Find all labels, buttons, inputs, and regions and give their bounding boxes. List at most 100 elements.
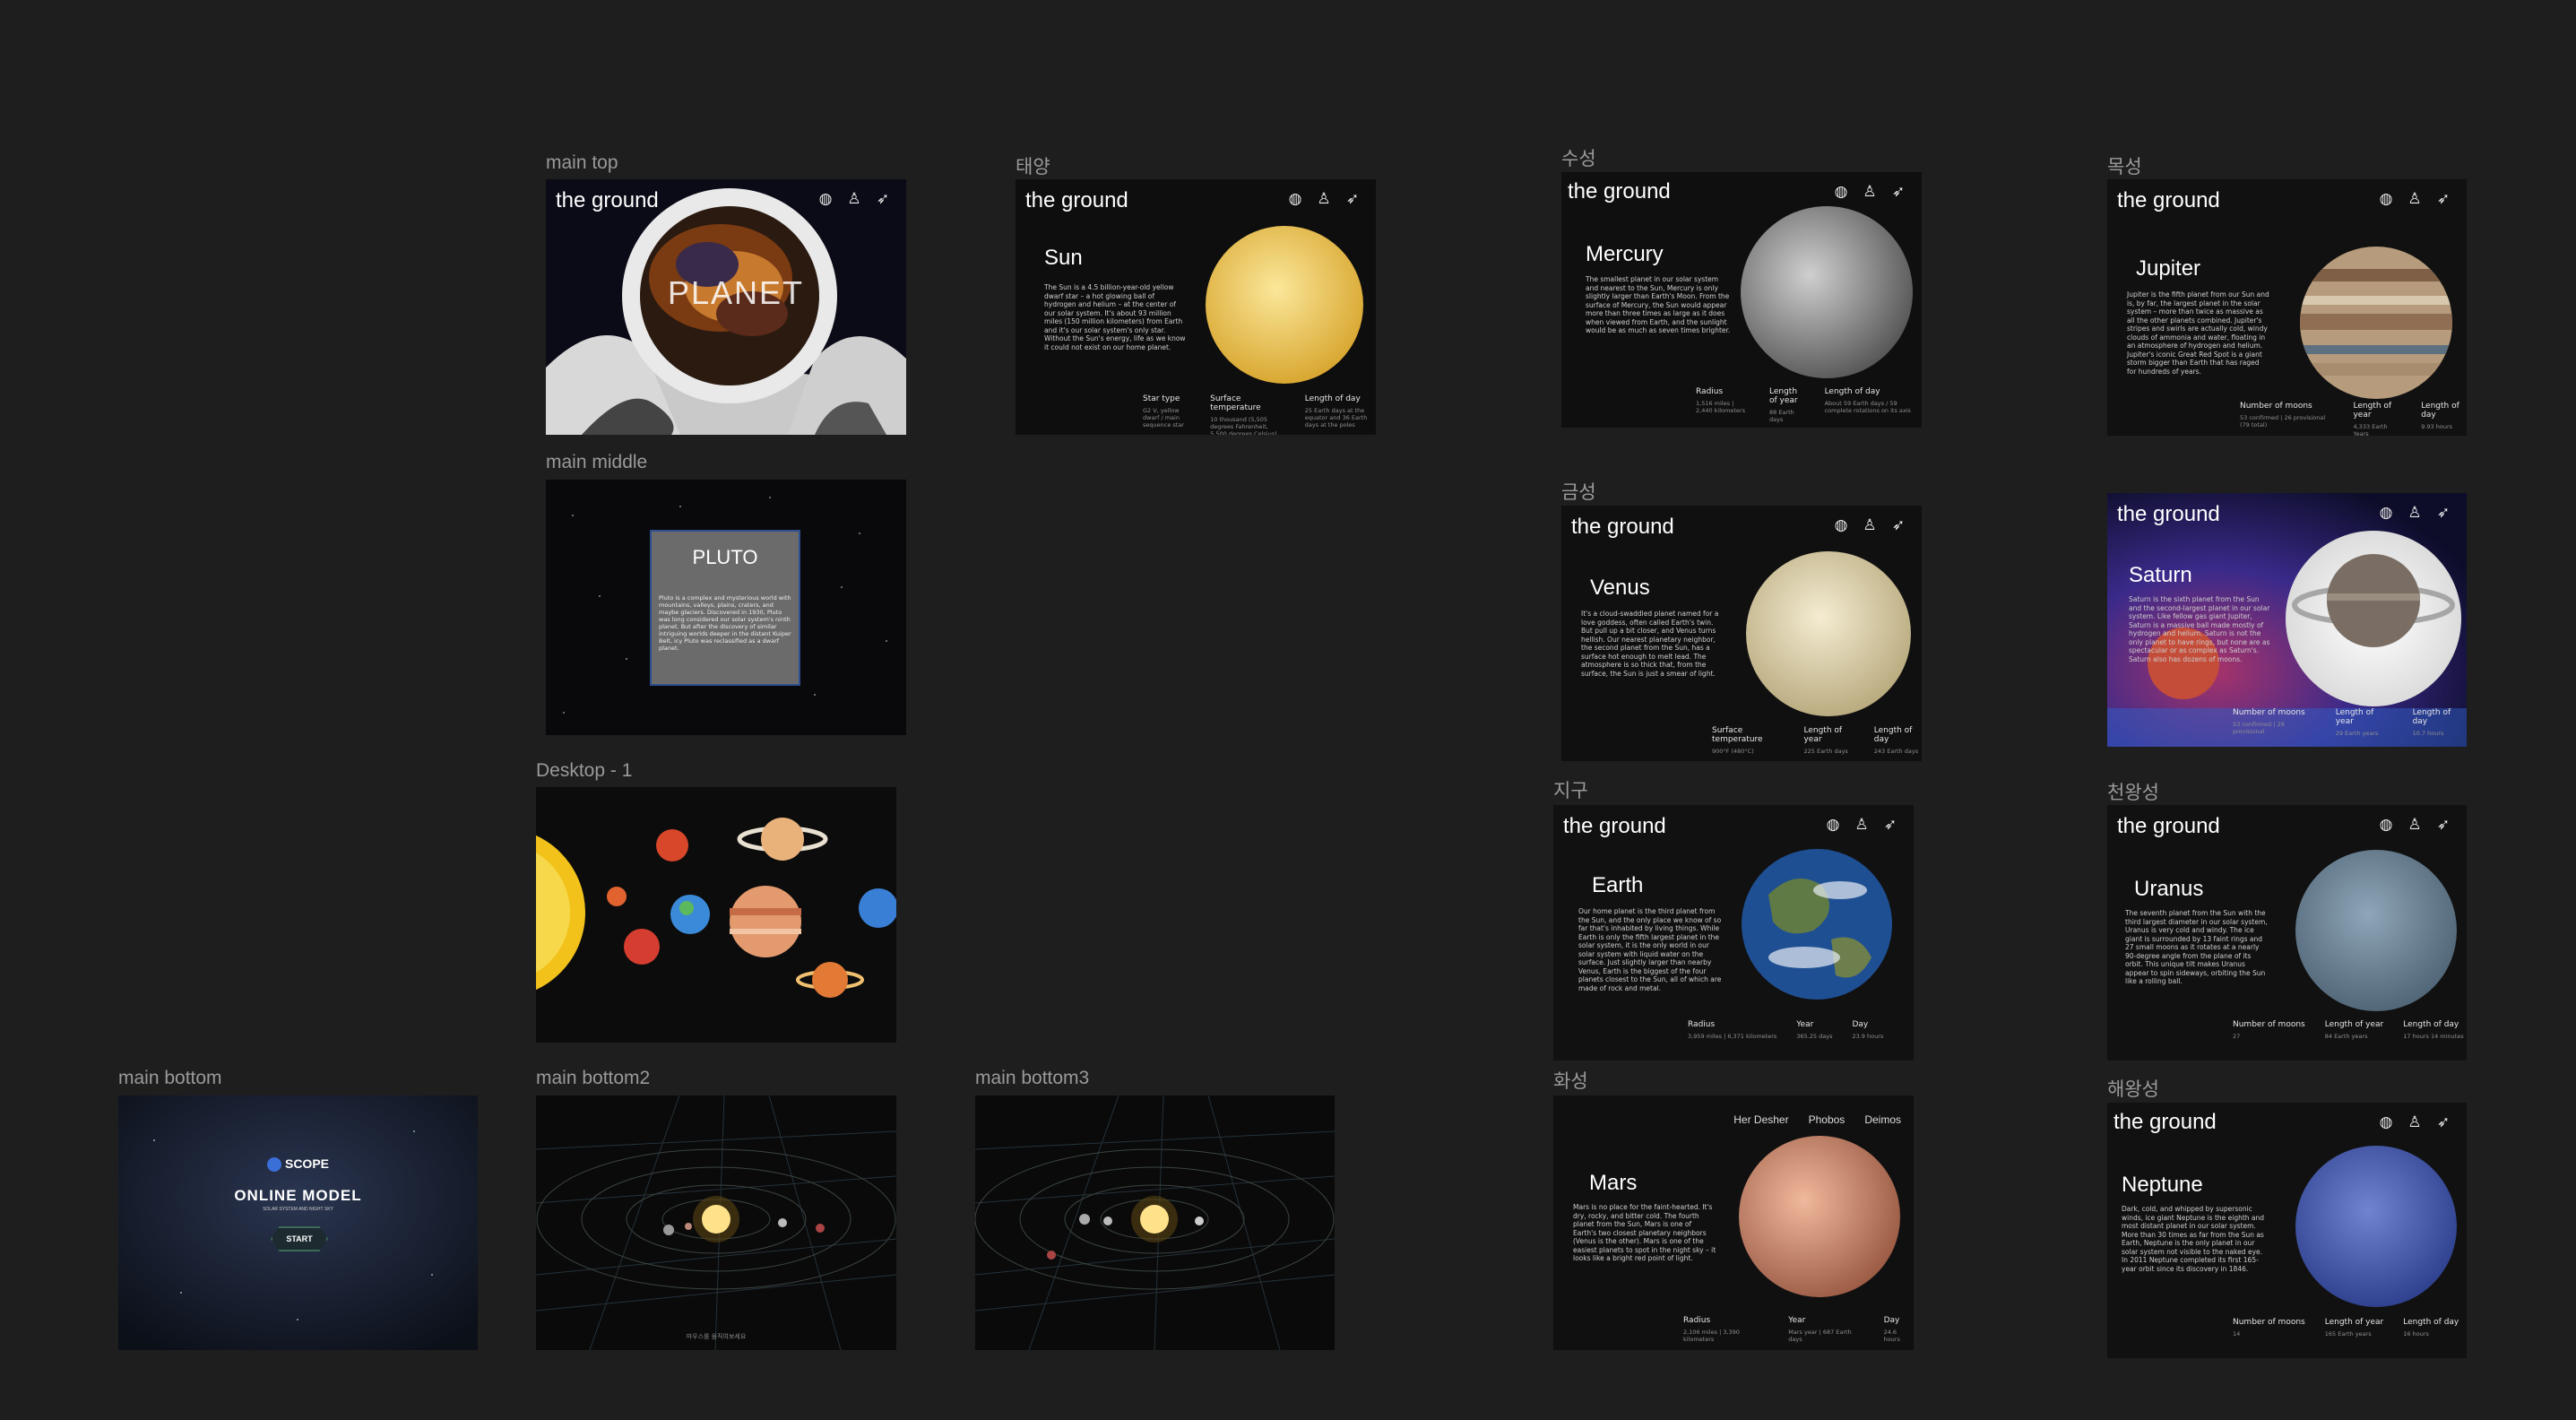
brand-logo[interactable]: the ground	[2114, 1110, 2217, 1135]
planet-description: The seventh planet from the Sun with the…	[2125, 909, 2268, 985]
astronaut-icon[interactable]: ♙	[2406, 190, 2424, 208]
rocket-icon[interactable]: ➶	[1881, 816, 1899, 834]
main-title: ONLINE MODEL	[234, 1187, 362, 1204]
stat-item: Year 365.25 days	[1796, 1020, 1833, 1040]
stat-item: Length of day 9.93 hours	[2421, 402, 2459, 430]
frame-main-bottom2[interactable]: 마우스를 움직여보세요	[536, 1095, 896, 1350]
planet-description: Saturn is the sixth planet from the Sun …	[2129, 595, 2270, 663]
solar-system-illustration	[536, 787, 896, 1043]
frame-main-middle[interactable]: PLUTO Pluto is a complex and mysterious …	[546, 480, 906, 735]
stat-item: Number of moons 53 confirmed | 26 provisi…	[2240, 402, 2326, 429]
planet-icon[interactable]: ◍	[1824, 816, 1842, 834]
planet-description: The smallest planet in our solar system …	[1586, 275, 1731, 334]
frame-venus[interactable]: the ground ◍ ♙ ➶ Venus It's a cloud-swaddl…	[1561, 506, 1922, 761]
frame-main-top[interactable]: the ground ◍ ♙ ➶ PLANET	[546, 179, 906, 435]
stat-item: Surface temperature 10 thousand (5,505 de…	[1210, 394, 1277, 435]
planet-icon[interactable]: ◍	[2377, 1113, 2395, 1131]
moon-link-phobos[interactable]: Phobos	[1809, 1113, 1846, 1126]
frame-label-desktop-1[interactable]: Desktop - 1	[536, 760, 632, 782]
planet-description: Our home planet is the third planet from…	[1578, 907, 1722, 992]
astronaut-icon[interactable]: ♙	[2406, 816, 2424, 834]
stat-item: Length of day 243 Earth days	[1873, 726, 1919, 755]
brand-logo[interactable]: the ground	[1563, 814, 1666, 839]
astronaut-icon[interactable]: ♙	[1853, 816, 1871, 834]
frame-earth[interactable]: the ground ◍ ♙ ➶ Earth Our home planet is …	[1553, 805, 1914, 1061]
brand-logo[interactable]: the ground	[1571, 515, 1674, 540]
frame-label-main-bottom2[interactable]: main bottom2	[536, 1068, 650, 1089]
planet-title: Neptune	[2122, 1173, 2203, 1197]
frame-label-mercury[interactable]: 수성	[1561, 144, 1596, 171]
rocket-icon[interactable]: ➶	[1889, 183, 1907, 201]
hero-text: PLANET	[668, 274, 805, 311]
frame-sun[interactable]: the ground ◍ ♙ ➶ Sun The Sun is a 4.5 bill…	[1016, 179, 1376, 435]
frame-label-mars[interactable]: 화성	[1553, 1067, 1588, 1094]
rocket-icon[interactable]: ➶	[2434, 504, 2452, 522]
astronaut-icon[interactable]: ♙	[1315, 190, 1333, 208]
brand-logo[interactable]: the ground	[2117, 502, 2220, 527]
planet-icon[interactable]: ◍	[817, 190, 834, 208]
planet-icon[interactable]: ◍	[1832, 516, 1850, 534]
main-subtitle: SOLAR SYSTEM AND NIGHT SKY	[263, 1207, 333, 1212]
brand-logo[interactable]: the ground	[1025, 188, 1128, 213]
nav-icons: ◍ ♙ ➶	[817, 190, 892, 208]
frame-main-bottom[interactable]: SCOPE ONLINE MODEL SOLAR SYSTEM AND NIGH…	[118, 1095, 478, 1350]
stat-item: Star type G2 V, yellow dwarf / main seque…	[1143, 394, 1184, 429]
frame-saturn[interactable]: the ground ◍ ♙ ➶ Saturn Saturn is the sixt…	[2107, 493, 2467, 747]
planet-title: Jupiter	[2136, 256, 2201, 281]
astronaut-icon[interactable]: ♙	[845, 190, 863, 208]
nav-icons: ◍ ♙ ➶	[1832, 516, 1907, 534]
stat-item: Radius 1,516 miles | 2,440 kilometers	[1696, 387, 1745, 414]
frame-label-uranus[interactable]: 천왕성	[2107, 778, 2159, 805]
planet-icon[interactable]: ◍	[1286, 190, 1304, 208]
brand-logo[interactable]: the ground	[1568, 179, 1671, 204]
frame-label-earth[interactable]: 지구	[1553, 776, 1588, 803]
frame-label-main-bottom3[interactable]: main bottom3	[975, 1068, 1089, 1089]
astronaut-icon[interactable]: ♙	[2406, 504, 2424, 522]
pluto-card[interactable]: PLUTO Pluto is a complex and mysterious …	[650, 530, 800, 686]
frame-label-neptune[interactable]: 해왕성	[2107, 1075, 2159, 1102]
rocket-icon[interactable]: ➶	[2434, 816, 2452, 834]
stat-item: Length of year 225 Earth days	[1803, 726, 1848, 755]
frame-jupiter[interactable]: the ground ◍ ♙ ➶ Jupiter Jupiter is the fi…	[2107, 179, 2467, 436]
moon-link-deimos[interactable]: Deimos	[1864, 1113, 1901, 1126]
planet-title: Sun	[1044, 246, 1083, 270]
astronaut-icon[interactable]: ♙	[1861, 516, 1879, 534]
planet-icon[interactable]: ◍	[1832, 183, 1850, 201]
brand-logo[interactable]: the ground	[2117, 814, 2220, 839]
rocket-icon[interactable]: ➶	[2434, 190, 2452, 208]
frame-label-main-top[interactable]: main top	[546, 152, 618, 174]
start-button[interactable]: START	[271, 1226, 328, 1251]
stat-item: Radius 2,106 miles | 3,390 kilometers	[1683, 1316, 1740, 1343]
mars-moons-nav: Her Desher Phobos Deimos	[1733, 1113, 1901, 1126]
frame-desktop-1[interactable]	[536, 787, 896, 1043]
frame-mars[interactable]: Her Desher Phobos Deimos Mars Mars is no…	[1553, 1095, 1914, 1350]
planet-description: The Sun is a 4.5 billion-year-old yellow…	[1044, 283, 1186, 351]
frame-mercury[interactable]: the ground ◍ ♙ ➶ Mercury The smallest plan…	[1561, 172, 1922, 428]
frame-main-bottom3[interactable]	[975, 1095, 1335, 1350]
rocket-icon[interactable]: ➶	[874, 190, 892, 208]
frame-label-sun[interactable]: 태양	[1016, 152, 1050, 179]
frame-uranus[interactable]: the ground ◍ ♙ ➶ Uranus The seventh planet…	[2107, 805, 2467, 1061]
astronaut-icon[interactable]: ♙	[1861, 183, 1879, 201]
stat-item: Surface temperature 900°F (480°C)	[1712, 726, 1763, 755]
planet-icon[interactable]: ◍	[2377, 816, 2395, 834]
rocket-icon[interactable]: ➶	[1344, 190, 1361, 208]
rocket-icon[interactable]: ➶	[2434, 1113, 2452, 1131]
frame-label-main-bottom[interactable]: main bottom	[118, 1068, 222, 1089]
brand-logo[interactable]: the ground	[556, 188, 659, 213]
stat-item: Number of moons 53 confirmed | 29 provisi…	[2233, 708, 2305, 735]
rocket-icon[interactable]: ➶	[1889, 516, 1907, 534]
frame-label-jupiter[interactable]: 목성	[2107, 152, 2142, 179]
planet-icon[interactable]: ◍	[2377, 504, 2395, 522]
moon-link-her-desher[interactable]: Her Desher	[1733, 1113, 1788, 1126]
astronaut-icon[interactable]: ♙	[2406, 1113, 2424, 1131]
nav-icons: ◍ ♙ ➶	[1286, 190, 1361, 208]
stat-item: Year Mars year | 687 Earth days	[1788, 1316, 1852, 1343]
planet-icon[interactable]: ◍	[2377, 190, 2395, 208]
stat-item: Number of moons 14	[2233, 1318, 2305, 1338]
frame-neptune[interactable]: the ground ◍ ♙ ➶ Neptune Dark, cold, and w…	[2107, 1103, 2467, 1358]
stat-item: Length of day About 59 Earth days / 59 co…	[1824, 387, 1911, 414]
brand-logo[interactable]: the ground	[2117, 188, 2220, 213]
frame-label-main-middle[interactable]: main middle	[546, 452, 647, 473]
frame-label-venus[interactable]: 금성	[1561, 478, 1596, 505]
